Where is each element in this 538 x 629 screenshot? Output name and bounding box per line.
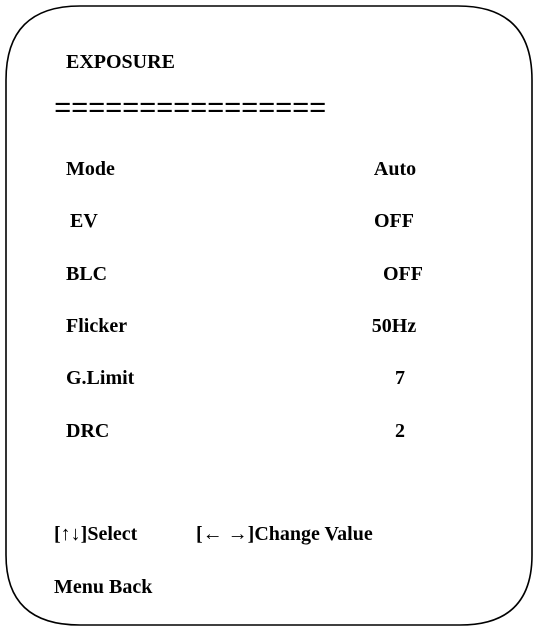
menu-item-ev-label[interactable]: EV	[70, 209, 98, 233]
menu-item-drc-value[interactable]: 2	[395, 419, 405, 443]
menu-item-mode-label[interactable]: Mode	[66, 157, 115, 181]
menu-item-blc-label[interactable]: BLC	[66, 262, 107, 286]
change-value-hint: [← →]Change Value	[196, 523, 373, 545]
menu-item-flicker-label[interactable]: Flicker	[66, 314, 127, 338]
menu-item-blc-value[interactable]: OFF	[383, 262, 423, 286]
menu-item-ev-value[interactable]: OFF	[374, 209, 414, 233]
menu-item-drc-label[interactable]: DRC	[66, 419, 109, 443]
menu-item-glimit-label[interactable]: G.Limit	[66, 366, 134, 390]
select-hint: [↑↓]Select	[54, 523, 138, 545]
menu-divider: ================	[54, 93, 327, 126]
menu-item-glimit-value[interactable]: 7	[395, 366, 405, 390]
menu-title: EXPOSURE	[66, 51, 175, 73]
menu-item-flicker-value[interactable]: 50Hz	[372, 314, 416, 338]
menu-back-hint[interactable]: Menu Back	[54, 575, 152, 599]
menu-item-mode-value[interactable]: Auto	[374, 157, 416, 181]
